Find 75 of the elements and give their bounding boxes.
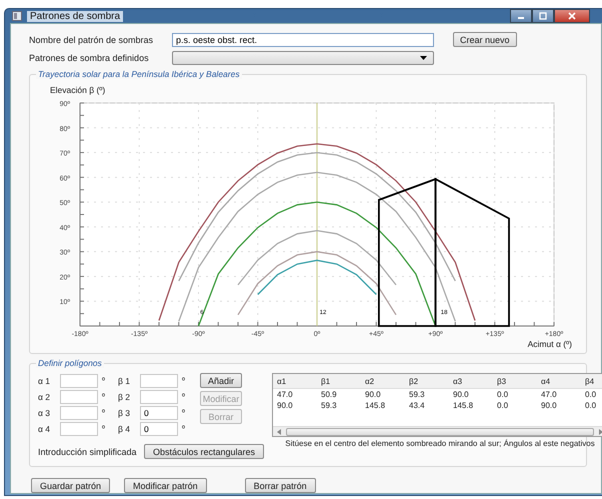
- angle-field[interactable]: [60, 390, 98, 404]
- table-cell-text: 0.0: [584, 401, 598, 410]
- field-label: β 1: [118, 376, 131, 386]
- field-label: β 4: [118, 424, 131, 434]
- unit-label: º: [101, 424, 106, 433]
- table-cell-text: 0.0: [584, 390, 598, 399]
- angle-field[interactable]: [140, 390, 178, 404]
- simplified-label: Introducción simplificada: [38, 446, 138, 456]
- table-cell-text: 0.0: [496, 401, 510, 410]
- y-axis-label: Elevación β (º): [50, 85, 106, 95]
- hint-text: Sitúese en el centro del elemento sombreado mirando al sur; Ángulos al este negativos: [285, 439, 595, 448]
- table-cell-text: 47.0: [276, 390, 294, 399]
- column-header: α2: [364, 376, 376, 386]
- polygon-button[interactable]: Añadir: [200, 373, 242, 388]
- table-cell-text: 50.9: [320, 390, 338, 399]
- column-header: α1: [276, 376, 288, 386]
- create-button[interactable]: Crear nuevo: [453, 32, 517, 47]
- patterns-dropdown[interactable]: [172, 50, 434, 64]
- table-cell-text: 59.3: [408, 390, 426, 399]
- unit-label: º: [101, 408, 106, 417]
- table-cell-text: 47.0: [540, 390, 558, 399]
- field-label: β 2: [118, 392, 131, 402]
- table-cell-text: 145.8: [452, 401, 474, 410]
- footer-button[interactable]: Modificar patrón: [124, 478, 207, 493]
- angle-field[interactable]: 0: [140, 422, 178, 436]
- angle-field[interactable]: [60, 422, 98, 436]
- x-axis-label: Acimut α (º): [528, 339, 573, 350]
- footer-button[interactable]: Borrar patrón: [244, 478, 316, 493]
- pattern-name-field[interactable]: p.s. oeste obst. rect.: [172, 32, 434, 46]
- minimize-button[interactable]: [510, 9, 532, 23]
- maximize-button[interactable]: [532, 9, 554, 23]
- angle-field[interactable]: 0: [140, 406, 178, 420]
- footer-button[interactable]: Guardar patrón: [31, 478, 110, 493]
- field-label: α 1: [38, 376, 52, 386]
- dropdown-arrow-icon: [420, 56, 427, 60]
- table-cell-text: 145.8: [364, 401, 386, 410]
- table-cell-text: 59.3: [320, 401, 338, 410]
- maximize-icon: [538, 12, 548, 20]
- window-icon: [12, 11, 22, 21]
- unit-label: º: [101, 392, 106, 401]
- unit-label: º: [181, 376, 186, 385]
- field-label: Patrones de sombra definidos: [29, 52, 150, 62]
- table-cell-text: 0.0: [496, 390, 510, 399]
- field-label: α 4: [38, 424, 52, 434]
- field-label: β 3: [118, 408, 131, 418]
- scroll-left-icon[interactable]: [276, 428, 282, 434]
- angle-field[interactable]: [60, 406, 98, 420]
- close-icon: [567, 12, 577, 20]
- table-cell-text: 90.0: [364, 390, 382, 399]
- horizontal-scrollbar[interactable]: [273, 426, 602, 436]
- column-header: β4: [584, 376, 596, 386]
- group-title: Trayectoria solar para la Península Ibérica y Baleares: [36, 69, 242, 79]
- column-header: α3: [452, 376, 464, 386]
- unit-label: º: [181, 408, 186, 417]
- table-cell-text: 90.0: [452, 390, 470, 399]
- angle-field[interactable]: [140, 374, 178, 388]
- unit-label: º: [101, 376, 106, 385]
- scroll-thumb[interactable]: [286, 428, 594, 436]
- column-header: β2: [408, 376, 420, 386]
- unit-label: º: [181, 392, 186, 401]
- column-header: β1: [320, 376, 332, 386]
- table-cell-text: 90.0: [540, 401, 558, 410]
- table-cell-text: 43.4: [408, 401, 426, 410]
- table-cell-text: 90.0: [276, 401, 294, 410]
- angle-field[interactable]: [60, 374, 98, 388]
- unit-label: º: [181, 424, 186, 433]
- column-header: α4: [540, 376, 552, 386]
- group-title: Definir polígonos: [36, 358, 104, 368]
- field-label: Nombre del patrón de sombras: [29, 34, 154, 44]
- rectangular-obstacles-button[interactable]: Obstáculos rectangulares: [144, 444, 264, 459]
- column-header: β3: [496, 376, 508, 386]
- close-button[interactable]: [554, 9, 590, 23]
- window-title: Patrones de sombra: [27, 10, 124, 22]
- field-label: α 3: [38, 408, 52, 418]
- field-label: α 2: [38, 392, 52, 402]
